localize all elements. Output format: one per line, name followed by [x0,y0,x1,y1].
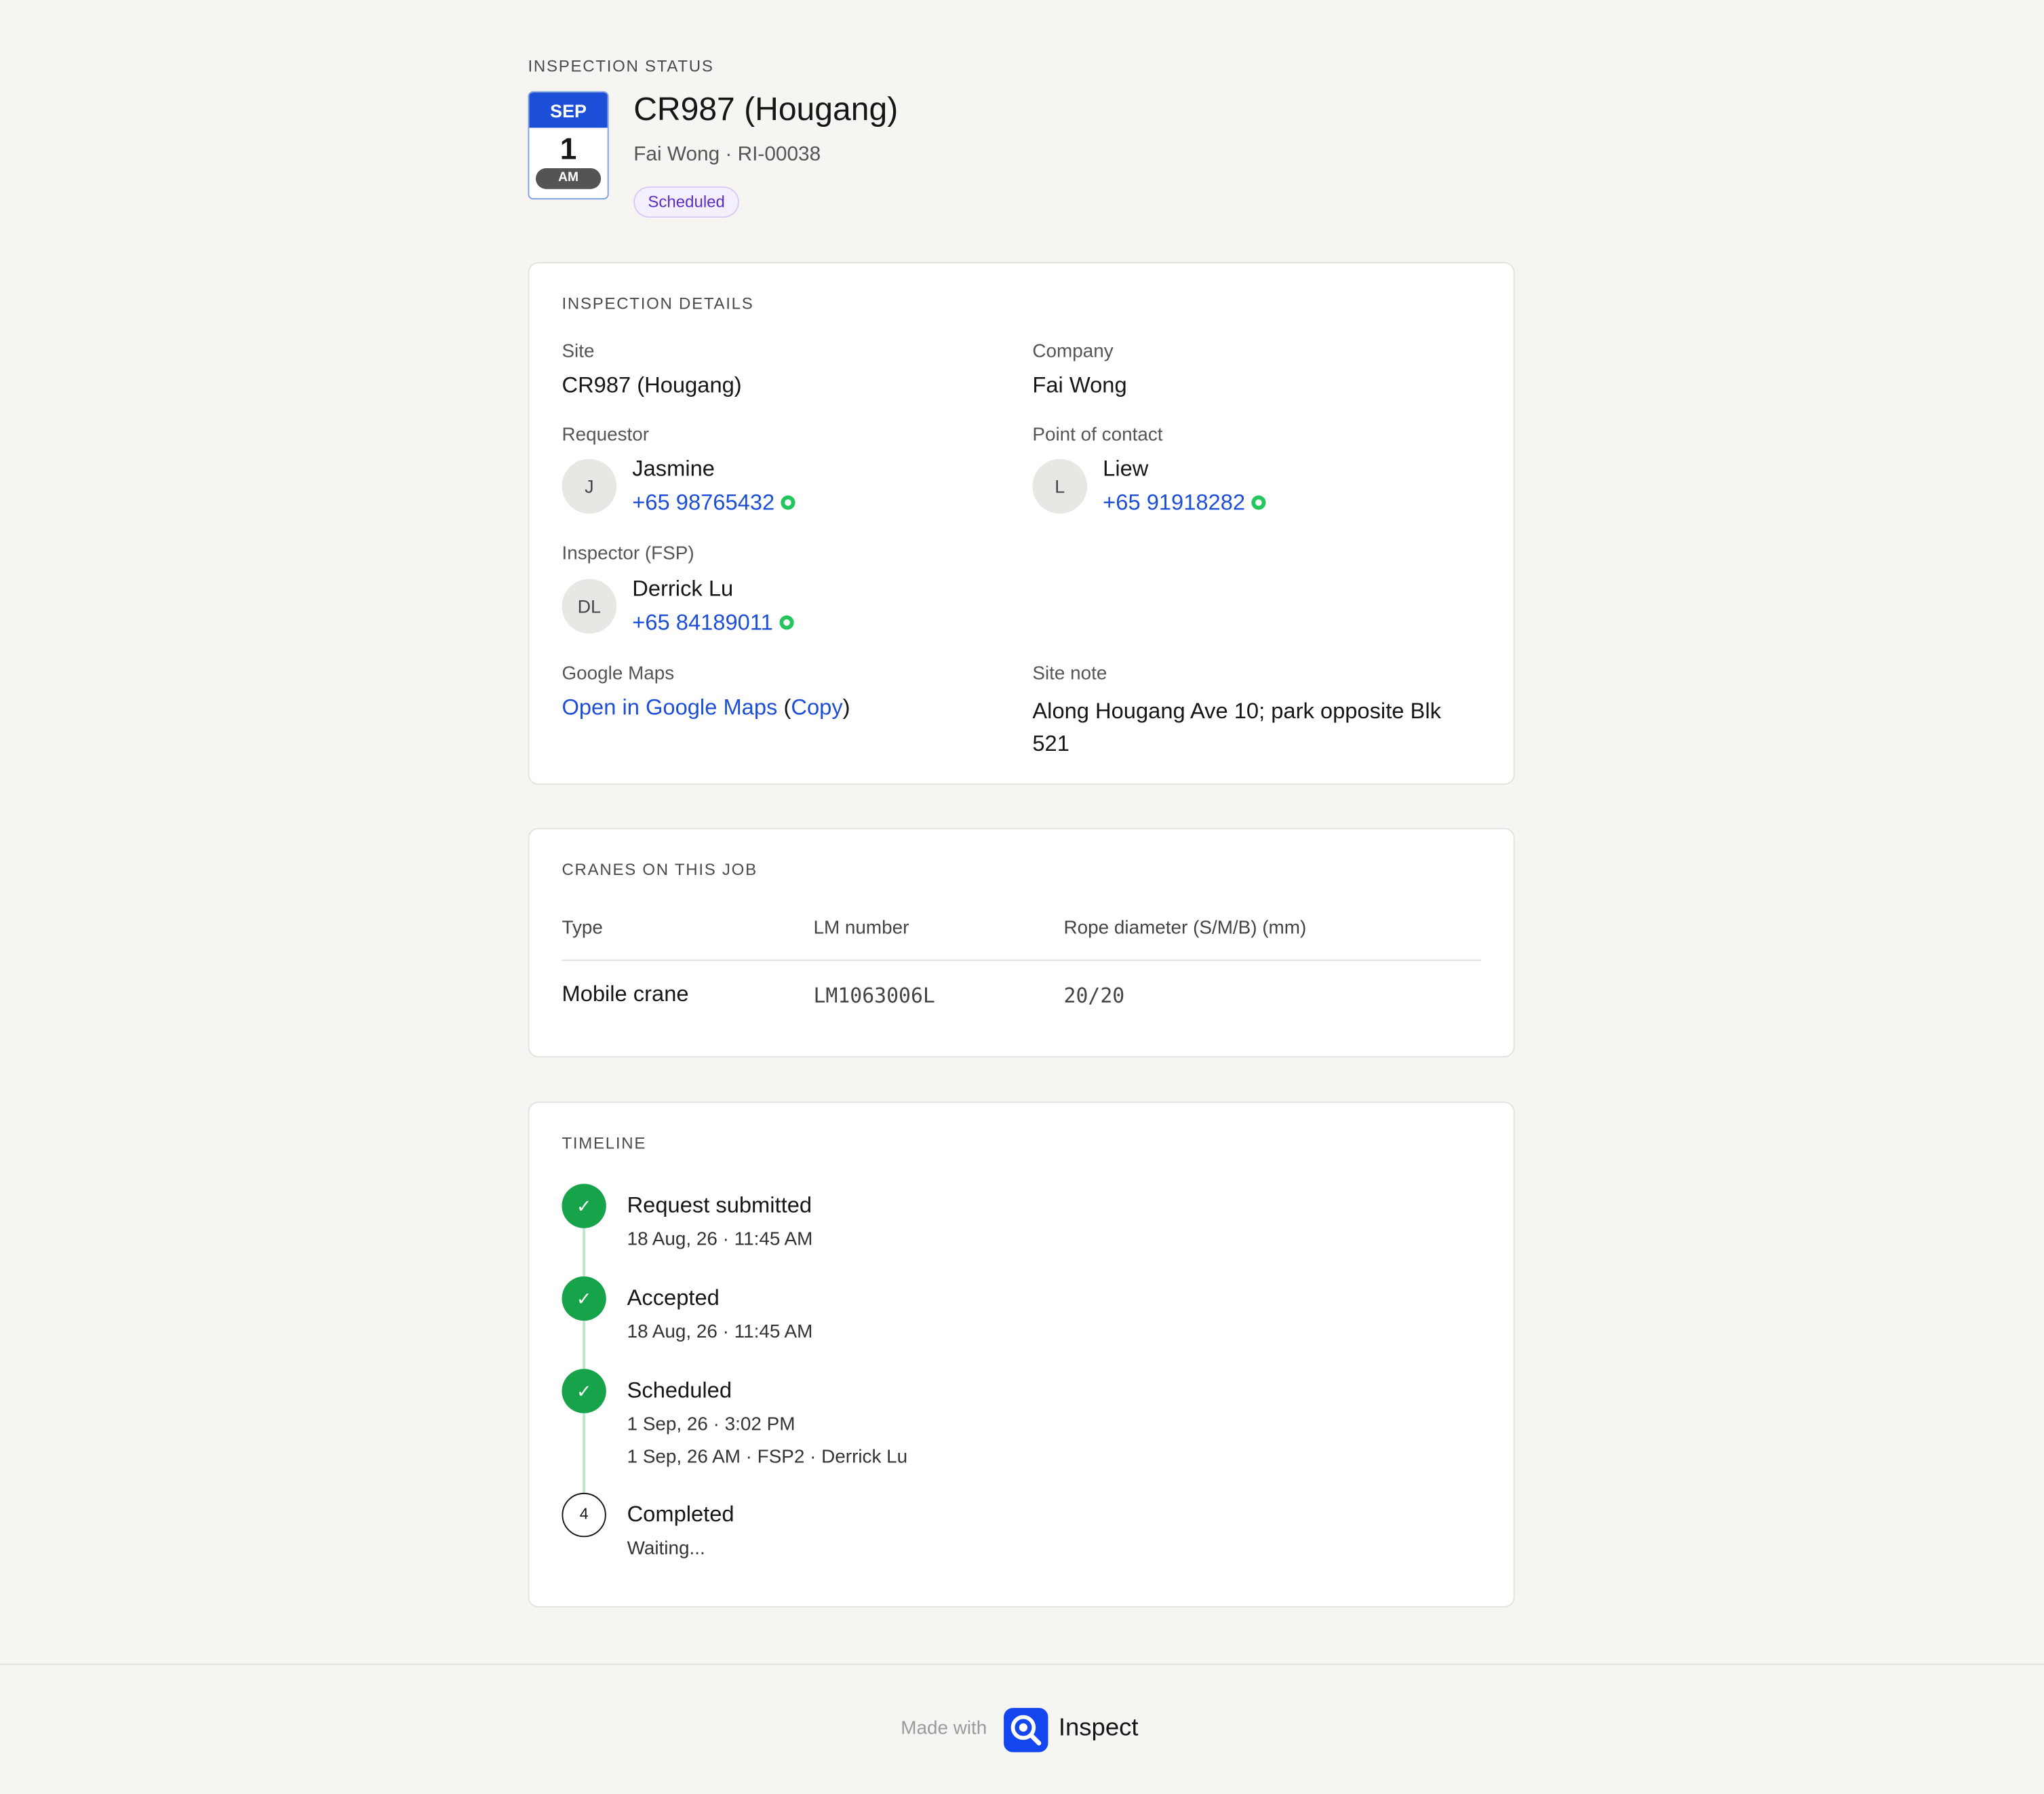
maps-row: Open in Google Maps (Copy) [562,695,850,721]
whatsapp-icon[interactable] [1251,495,1266,510]
inspector-phone[interactable]: +65 84189011 [632,610,794,636]
date-month: SEP [529,92,608,128]
inspect-logo-icon[interactable] [1004,1708,1048,1753]
timeline-connector [583,1413,586,1494]
timeline-connector [583,1321,586,1371]
copy-paren-close: ) [842,695,850,720]
site-label: Site [562,341,595,363]
status-eyebrow: INSPECTION STATUS [528,57,714,76]
poc-name: Liew [1103,456,1149,482]
status-badge: Scheduled [633,186,740,218]
step-number-icon: 4 [562,1492,606,1538]
copy-maps-link[interactable]: Copy [791,695,842,720]
check-icon: ✓ [562,1184,606,1228]
poc-label: Point of contact [1032,425,1163,446]
col-rope-diameter: Rope diameter (S/M/B) (mm) [1063,918,1307,939]
col-lm-number: LM number [813,918,909,939]
inspector-phone-text[interactable]: +65 84189011 [632,610,772,636]
requestor-label: Requestor [562,425,650,446]
step-time: 18 Aug, 26 · 11:45 AM [627,1322,813,1343]
page-title: CR987 (Hougang) [633,91,899,128]
requestor-avatar: J [562,459,617,514]
poc-phone-text[interactable]: +65 91918282 [1103,490,1245,515]
page: INSPECTION STATUS SEP 1 AM CR987 (Hougan… [0,0,2044,1794]
crane-lm-number: LM1063006L [813,984,935,1008]
step-time: 1 Sep, 26 · 3:02 PM [627,1414,795,1436]
inspector-label: Inspector (FSP) [562,543,694,565]
step-title: Request submitted [627,1192,812,1218]
crane-type: Mobile crane [562,981,689,1007]
site-note-value: Along Hougang Ave 10; park opposite Blk … [1032,699,1441,756]
requestor-phone[interactable]: +65 98765432 [632,490,795,516]
date-ampm: AM [536,168,602,189]
cranes-heading: CRANES ON THIS JOB [562,860,758,879]
poc-avatar: L [1032,459,1088,514]
check-icon: ✓ [562,1276,606,1321]
requestor-phone-text[interactable]: +65 98765432 [632,490,774,515]
step-title: Accepted [627,1285,720,1310]
brand-name[interactable]: Inspect [1059,1715,1139,1743]
whatsapp-icon[interactable] [781,495,795,510]
site-value: CR987 (Hougang) [562,372,742,398]
footer-divider [0,1663,2044,1665]
step-time: 18 Aug, 26 · 11:45 AM [627,1229,813,1251]
step-status: Waiting... [627,1538,705,1559]
table-divider [562,959,1481,961]
check-icon: ✓ [562,1369,606,1413]
details-heading: INSPECTION DETAILS [562,294,754,313]
step-title: Scheduled [627,1378,732,1403]
crane-rope-diameter: 20/20 [1063,984,1125,1008]
maps-label: Google Maps [562,663,675,685]
timeline-connector [583,1228,586,1278]
made-with-text: Made with [901,1718,987,1740]
poc-phone[interactable]: +65 91918282 [1103,490,1266,516]
copy-paren-open: ( [783,695,791,720]
requestor-name: Jasmine [632,456,715,482]
company-label: Company [1032,341,1114,363]
timeline-heading: TIMELINE [562,1134,647,1153]
col-type: Type [562,918,603,939]
step-title: Completed [627,1502,734,1527]
whatsapp-icon[interactable] [779,615,794,630]
open-maps-link[interactable]: Open in Google Maps [562,695,777,720]
step-detail: 1 Sep, 26 AM · FSP2 · Derrick Lu [627,1447,908,1468]
inspector-avatar: DL [562,579,617,634]
cranes-card: CRANES ON THIS JOB Type LM number Rope d… [528,827,1515,1057]
inspector-name: Derrick Lu [632,576,734,602]
timeline-card: TIMELINE ✓ Request submitted 18 Aug, 26 … [528,1101,1515,1608]
company-value: Fai Wong [1032,372,1127,398]
magnifier-icon [1010,1715,1042,1746]
inspection-details-card: INSPECTION DETAILS Site CR987 (Hougang) … [528,262,1515,785]
page-subtitle: Fai Wong · RI-00038 [633,143,821,166]
date-day: 1 [559,132,577,166]
date-badge: SEP 1 AM [528,91,609,200]
site-note-label: Site note [1032,663,1107,685]
